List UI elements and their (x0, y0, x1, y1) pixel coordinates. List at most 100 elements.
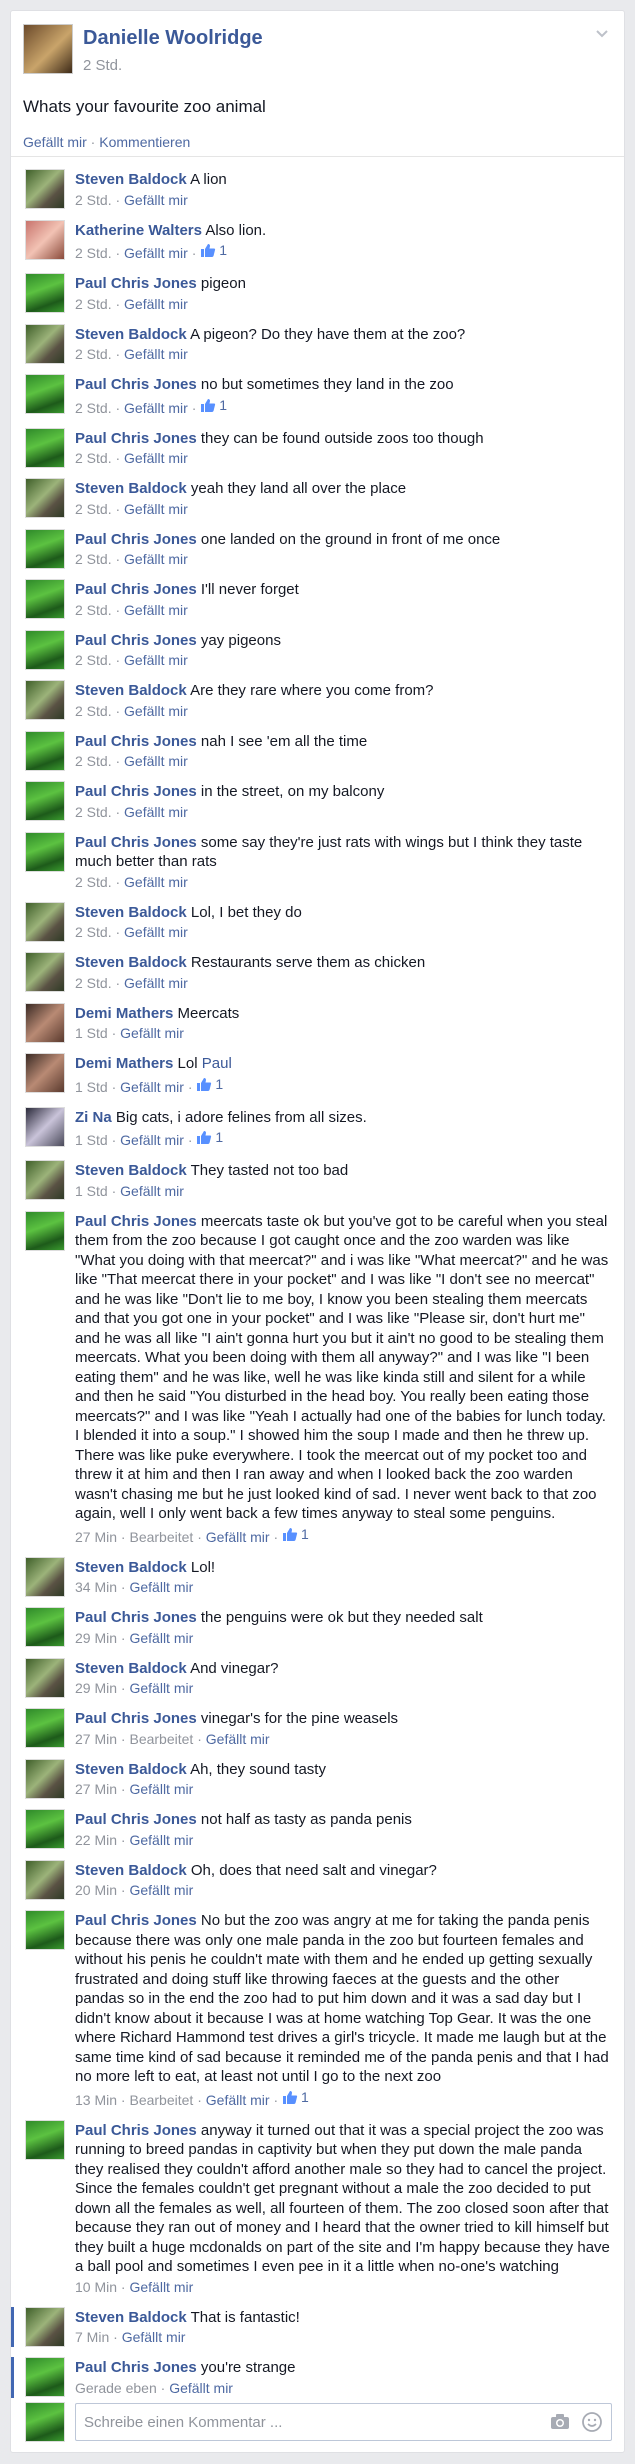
comment-like-link[interactable]: Gefällt mir (124, 652, 188, 668)
comment-timestamp[interactable]: 2 Std. (75, 924, 112, 940)
comment-like-link[interactable]: Gefällt mir (129, 1832, 193, 1848)
commenter-name[interactable]: Paul Chris Jones (75, 2122, 197, 2139)
like-count[interactable]: 1 (200, 396, 227, 415)
tagged-user-link[interactable]: Paul (202, 1055, 232, 1072)
commenter-avatar[interactable] (25, 1708, 65, 1748)
commenter-avatar[interactable] (25, 1556, 65, 1597)
comment-timestamp[interactable]: 2 Std. (75, 245, 112, 261)
comment-like-link[interactable]: Gefällt mir (120, 1079, 184, 1095)
comment-timestamp[interactable]: 1 Std (75, 1025, 108, 1041)
commenter-name[interactable]: Steven Baldock (75, 480, 187, 497)
commenter-name[interactable]: Demi Mathers (75, 1005, 173, 1022)
commenter-name[interactable]: Paul Chris Jones (75, 430, 197, 447)
comment-like-link[interactable]: Gefällt mir (124, 975, 188, 991)
commenter-avatar[interactable] (25, 1106, 65, 1147)
comment-timestamp[interactable]: 29 Min (75, 1630, 117, 1646)
comment-timestamp[interactable]: 27 Min (75, 1781, 117, 1797)
comment-like-link[interactable]: Gefällt mir (124, 874, 188, 890)
commenter-name[interactable]: Paul Chris Jones (75, 531, 197, 548)
commenter-avatar[interactable] (25, 1210, 65, 1251)
comment-input-box[interactable] (75, 2403, 612, 2441)
commenter-name[interactable]: Steven Baldock (75, 1862, 187, 1879)
comment-like-link[interactable]: Gefällt mir (206, 1731, 270, 1747)
commenter-avatar[interactable] (25, 1758, 65, 1799)
comment-like-link[interactable]: Gefällt mir (124, 551, 188, 567)
commenter-name[interactable]: Steven Baldock (75, 1761, 187, 1778)
commenter-name[interactable]: Zi Na (75, 1109, 112, 1126)
comment-like-link[interactable]: Gefällt mir (124, 804, 188, 820)
commenter-avatar[interactable] (25, 1053, 65, 1093)
smiley-icon[interactable] (581, 2411, 603, 2433)
edited-label[interactable]: Bearbeitet (129, 1529, 193, 1545)
commenter-name[interactable]: Paul Chris Jones (75, 1811, 197, 1828)
commenter-avatar[interactable] (25, 219, 65, 260)
commenter-name[interactable]: Paul Chris Jones (75, 632, 197, 649)
post-like-link[interactable]: Gefällt mir (23, 134, 87, 150)
comment-timestamp[interactable]: 2 Std. (75, 551, 112, 567)
commenter-avatar[interactable] (25, 1002, 65, 1043)
commenter-avatar[interactable] (25, 952, 65, 992)
commenter-name[interactable]: Paul Chris Jones (75, 733, 197, 750)
commenter-name[interactable]: Steven Baldock (75, 1559, 187, 1576)
commenter-avatar[interactable] (25, 1607, 65, 1647)
commenter-name[interactable]: Steven Baldock (75, 954, 187, 971)
commenter-avatar[interactable] (25, 781, 65, 821)
commenter-avatar[interactable] (25, 831, 65, 872)
comment-timestamp[interactable]: 2 Std. (75, 652, 112, 668)
comment-like-link[interactable]: Gefällt mir (120, 1183, 184, 1199)
comment-like-link[interactable]: Gefällt mir (124, 703, 188, 719)
comment-timestamp[interactable]: 2 Std. (75, 874, 112, 890)
commenter-avatar[interactable] (25, 478, 65, 518)
commenter-avatar[interactable] (25, 730, 65, 771)
commenter-name[interactable]: Paul Chris Jones (75, 376, 197, 393)
edited-label[interactable]: Bearbeitet (129, 2092, 193, 2108)
comment-timestamp[interactable]: 2 Std. (75, 602, 112, 618)
comment-timestamp[interactable]: 2 Std. (75, 804, 112, 820)
commenter-avatar[interactable] (25, 901, 65, 942)
commenter-name[interactable]: Paul Chris Jones (75, 1710, 197, 1727)
comment-like-link[interactable]: Gefällt mir (129, 1882, 193, 1898)
commenter-avatar[interactable] (25, 2119, 65, 2160)
author-avatar[interactable] (23, 24, 73, 74)
comment-timestamp[interactable]: 2 Std. (75, 501, 112, 517)
commenter-name[interactable]: Steven Baldock (75, 904, 187, 921)
commenter-avatar[interactable] (25, 1809, 65, 1849)
comment-like-link[interactable]: Gefällt mir (124, 602, 188, 618)
commenter-name[interactable]: Paul Chris Jones (75, 581, 197, 598)
commenter-name[interactable]: Steven Baldock (75, 326, 187, 343)
comment-like-link[interactable]: Gefällt mir (122, 2329, 186, 2345)
comment-timestamp[interactable]: 27 Min (75, 1529, 117, 1545)
like-count[interactable]: 1 (282, 1525, 309, 1544)
comment-timestamp[interactable]: Gerade eben (75, 2380, 157, 2396)
commenter-name[interactable]: Steven Baldock (75, 1660, 187, 1677)
comment-like-link[interactable]: Gefällt mir (120, 1025, 184, 1041)
commenter-name[interactable]: Paul Chris Jones (75, 834, 197, 851)
commenter-avatar[interactable] (25, 2306, 65, 2347)
post-timestamp[interactable]: 2 Std. (83, 57, 122, 74)
commenter-name[interactable]: Paul Chris Jones (75, 275, 197, 292)
commenter-name[interactable]: Paul Chris Jones (75, 2359, 197, 2376)
edited-label[interactable]: Bearbeitet (129, 1731, 193, 1747)
commenter-name[interactable]: Steven Baldock (75, 2309, 187, 2326)
post-author-name[interactable]: Danielle Woolridge (83, 27, 263, 50)
comment-like-link[interactable]: Gefällt mir (124, 245, 188, 261)
commenter-name[interactable]: Paul Chris Jones (75, 783, 197, 800)
comment-timestamp[interactable]: 2 Std. (75, 346, 112, 362)
commenter-avatar[interactable] (25, 323, 65, 364)
commenter-avatar[interactable] (25, 273, 65, 313)
like-count[interactable]: 1 (200, 241, 227, 260)
commenter-name[interactable]: Steven Baldock (75, 682, 187, 699)
like-count[interactable]: 1 (282, 2088, 309, 2107)
comment-like-link[interactable]: Gefällt mir (120, 1132, 184, 1148)
commenter-avatar[interactable] (25, 427, 65, 468)
commenter-name[interactable]: Katherine Walters (75, 222, 202, 239)
comment-like-link[interactable]: Gefällt mir (129, 1579, 193, 1595)
comment-like-link[interactable]: Gefällt mir (169, 2380, 233, 2396)
comment-like-link[interactable]: Gefällt mir (129, 1630, 193, 1646)
camera-icon[interactable] (549, 2411, 571, 2433)
commenter-name[interactable]: Paul Chris Jones (75, 1213, 197, 1230)
commenter-avatar[interactable] (25, 169, 65, 209)
comment-timestamp[interactable]: 27 Min (75, 1731, 117, 1747)
comment-like-link[interactable]: Gefällt mir (124, 501, 188, 517)
comment-like-link[interactable]: Gefällt mir (124, 450, 188, 466)
